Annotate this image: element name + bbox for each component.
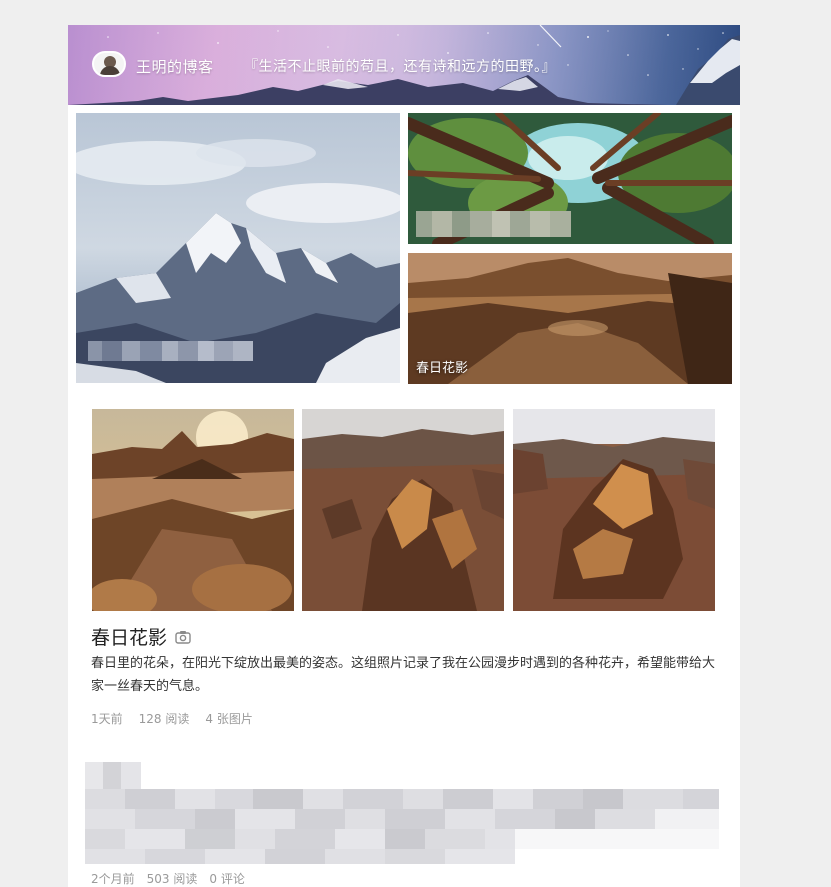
post-reads: 128 阅读 <box>138 712 190 726</box>
post2-reads: 503 阅读 <box>146 872 198 886</box>
post-photo-count: 4 张图片 <box>205 712 253 726</box>
blog-motto: 『生活不止眼前的苟且，还有诗和远方的田野。』 <box>244 59 556 75</box>
rock-formation-image <box>302 409 504 611</box>
mountain-tile[interactable] <box>76 113 400 383</box>
post-title[interactable]: 春日花影 <box>91 623 191 650</box>
post2-time: 2个月前 <box>91 872 135 886</box>
desert-tile[interactable]: 春日花影 <box>408 253 732 384</box>
blog-name[interactable]: 王明的博客 <box>136 56 214 77</box>
post-meta: 1天前 128 阅读 4 张图片 <box>91 710 253 727</box>
pixelated-caption <box>416 211 571 237</box>
post-thumbnail[interactable] <box>513 409 715 611</box>
rock-formation-image <box>513 409 715 611</box>
post-time: 1天前 <box>91 712 123 726</box>
post2-comments: 0 评论 <box>209 872 245 886</box>
post-thumbnail[interactable] <box>92 409 294 611</box>
header-banner: 王明的博客 『生活不止眼前的苟且，还有诗和远方的田野。』 <box>68 25 740 105</box>
desert-sunset-image <box>92 409 294 611</box>
pixelated-post-content <box>85 762 719 864</box>
pixelated-caption <box>88 341 253 361</box>
avatar[interactable] <box>92 51 126 77</box>
post-description: 春日里的花朵，在阳光下绽放出最美的姿态。这组照片记录了我在公园漫步时遇到的各种花… <box>91 656 716 694</box>
blog-page: 王明的博客 『生活不止眼前的苟且，还有诗和远方的田野。』 春日花影 春日花影 春… <box>68 25 740 887</box>
post2-meta: 2个月前 503 阅读 0 评论 <box>91 870 245 887</box>
forest-tile[interactable] <box>408 113 732 244</box>
camera-icon <box>175 630 191 644</box>
post-title-text[interactable]: 春日花影 <box>91 623 167 650</box>
post-thumbnail[interactable] <box>302 409 504 611</box>
tile-caption: 春日花影 <box>416 361 469 376</box>
